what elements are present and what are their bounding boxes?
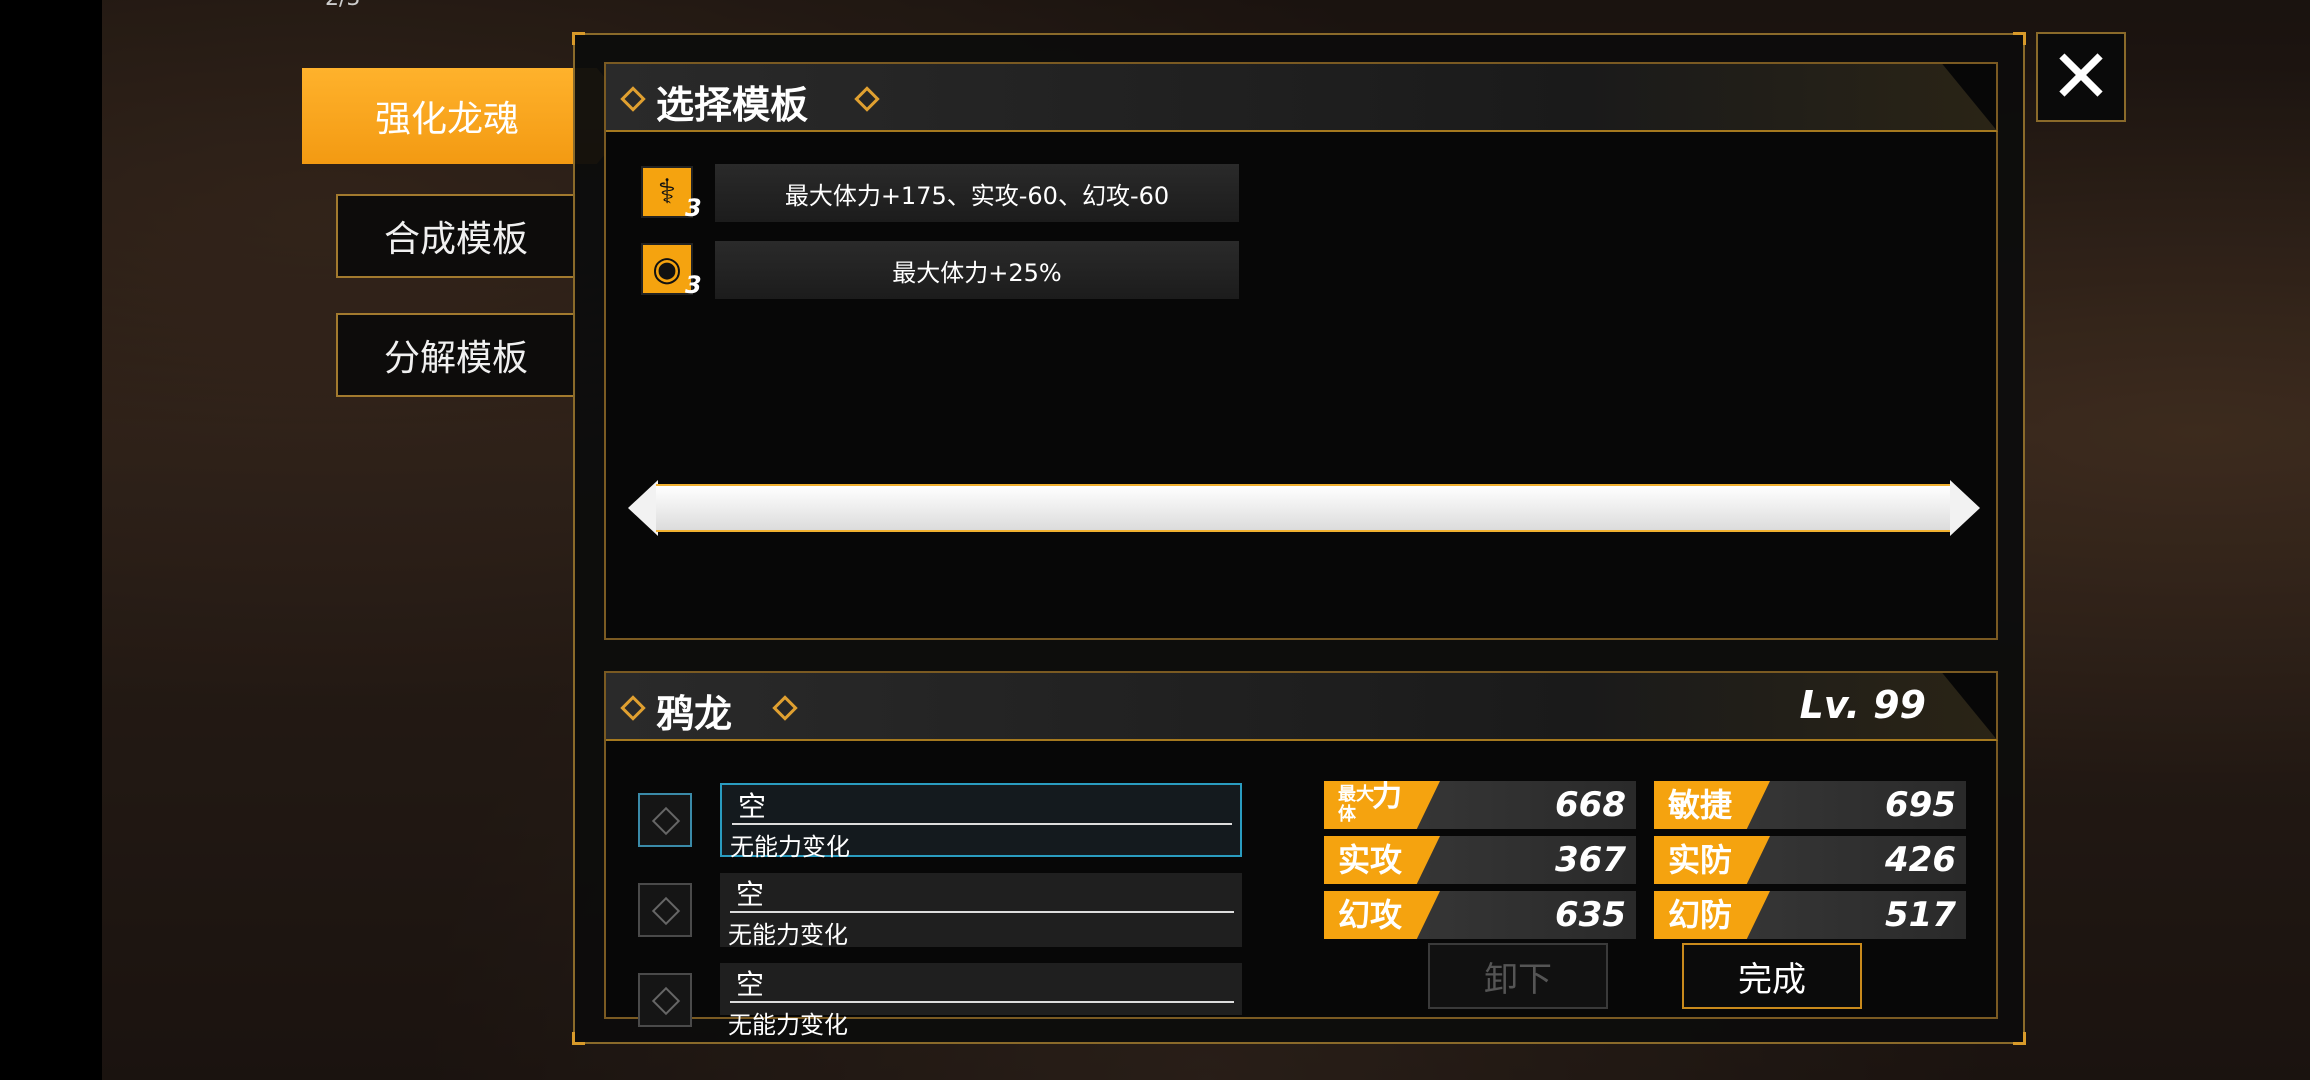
slot-desc: 无能力变化	[730, 833, 850, 861]
template-level: 3	[685, 194, 702, 222]
template-effect: 最大体力+175、实攻-60、幻攻-60	[715, 164, 1239, 222]
stat-label: 幻攻	[1324, 891, 1440, 939]
template-slot[interactable]: 空 无能力变化	[720, 963, 1242, 1039]
section-title: 选择模板	[656, 83, 809, 127]
slot-name: 空	[736, 968, 765, 1001]
dragon-section-header	[606, 673, 1998, 741]
scroll-left-arrow-icon[interactable]	[628, 480, 658, 536]
slot-name: 空	[738, 790, 767, 823]
slot-name: 空	[736, 878, 765, 911]
close-button[interactable]: ✕	[2036, 32, 2126, 122]
stat-label: 最大体力	[1324, 781, 1440, 829]
dragon-level: Lv. 99	[1799, 683, 1926, 727]
stat-value: 367	[1555, 840, 1626, 880]
tab-synthesize-template[interactable]: 合成模板	[336, 194, 576, 278]
stat-value: 668	[1555, 785, 1626, 825]
scroll-right-arrow-icon[interactable]	[1950, 480, 1980, 536]
stat-value: 695	[1885, 785, 1956, 825]
stat-label: 幻防	[1654, 891, 1770, 939]
template-section: 选择模板 ⚕ 3 最大体力+175、实攻-60、幻攻-60 ◉ 3 最大体力+2…	[604, 62, 1998, 640]
template-level: 3	[685, 271, 702, 299]
done-button[interactable]: 完成	[1682, 943, 1862, 1009]
page-counter: 2/3	[325, 0, 360, 11]
slot-gem-icon[interactable]	[638, 793, 692, 847]
stat-value: 426	[1885, 840, 1956, 880]
tab-decompose-template[interactable]: 分解模板	[336, 313, 576, 397]
template-section-header	[606, 64, 1998, 132]
slot-gem-icon[interactable]	[638, 883, 692, 937]
stat-real-attack: 实攻 367	[1324, 836, 1636, 884]
template-effect: 最大体力+25%	[715, 241, 1239, 299]
dragon-section: 鸦龙 Lv. 99 空 无能力变化 空 无能力变化 空 无能力变化 最大体力 6…	[604, 671, 1998, 1039]
stat-phantom-defense: 幻防 517	[1654, 891, 1966, 939]
stat-value: 635	[1555, 895, 1626, 935]
slot-desc: 无能力变化	[728, 921, 848, 949]
horizontal-scrollbar[interactable]	[628, 480, 1980, 536]
slot-desc: 无能力变化	[728, 1011, 848, 1039]
template-slot[interactable]: 空 无能力变化	[720, 783, 1242, 861]
stat-phantom-attack: 幻攻 635	[1324, 891, 1636, 939]
close-icon: ✕	[2049, 34, 2112, 120]
template-slot[interactable]: 空 无能力变化	[720, 873, 1242, 949]
scroll-thumb[interactable]	[656, 484, 1952, 532]
stat-label: 敏捷	[1654, 781, 1770, 829]
main-panel: 选择模板 ⚕ 3 最大体力+175、实攻-60、幻攻-60 ◉ 3 最大体力+2…	[572, 32, 2026, 1045]
stat-max-hp: 最大体力 668	[1324, 781, 1636, 829]
unequip-button[interactable]: 卸下	[1428, 943, 1608, 1009]
dragon-name: 鸦龙	[656, 692, 733, 736]
stat-real-defense: 实防 426	[1654, 836, 1966, 884]
stat-agility: 敏捷 695	[1654, 781, 1966, 829]
stat-label: 实防	[1654, 836, 1770, 884]
stat-label: 实攻	[1324, 836, 1440, 884]
stat-value: 517	[1885, 895, 1956, 935]
slot-gem-icon[interactable]	[638, 973, 692, 1027]
